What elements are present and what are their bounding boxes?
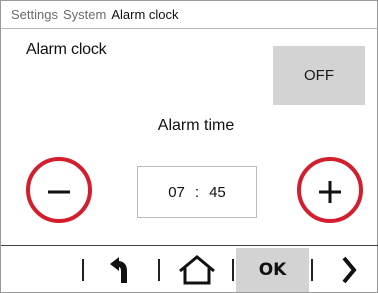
minus-icon — [48, 190, 70, 194]
alarm-time-label: Alarm time — [157, 117, 235, 134]
time-separator: : — [194, 183, 200, 201]
ok-button[interactable]: OK — [236, 248, 309, 292]
nav-separator — [311, 259, 313, 281]
breadcrumb: Settings System Alarm clock — [1, 1, 378, 29]
alarm-toggle-button[interactable]: OFF — [273, 46, 365, 105]
alarm-clock-label: Alarm clock — [26, 41, 107, 58]
nav-separator — [82, 259, 84, 281]
home-button[interactable] — [173, 248, 221, 292]
nav-separator — [232, 259, 234, 281]
back-arrow-icon — [110, 257, 127, 283]
plus-icon — [319, 181, 341, 203]
alarm-time-display[interactable]: 07 : 45 — [137, 166, 257, 218]
back-button[interactable] — [98, 248, 140, 292]
chevron-right-icon — [342, 256, 357, 284]
home-icon — [179, 255, 215, 285]
decrease-time-button[interactable] — [26, 157, 92, 223]
breadcrumb-system[interactable]: System — [63, 7, 106, 22]
screen-frame: Settings System Alarm clock Alarm clock … — [0, 0, 378, 293]
bottom-bar-divider — [1, 245, 378, 246]
breadcrumb-alarm-clock: Alarm clock — [111, 7, 179, 22]
nav-separator — [158, 259, 160, 281]
alarm-minutes-value[interactable]: 45 — [209, 184, 226, 201]
alarm-hours-value[interactable]: 07 — [168, 184, 185, 201]
next-button[interactable] — [329, 248, 369, 292]
increase-time-button[interactable] — [297, 157, 363, 223]
breadcrumb-settings[interactable]: Settings — [11, 7, 58, 22]
